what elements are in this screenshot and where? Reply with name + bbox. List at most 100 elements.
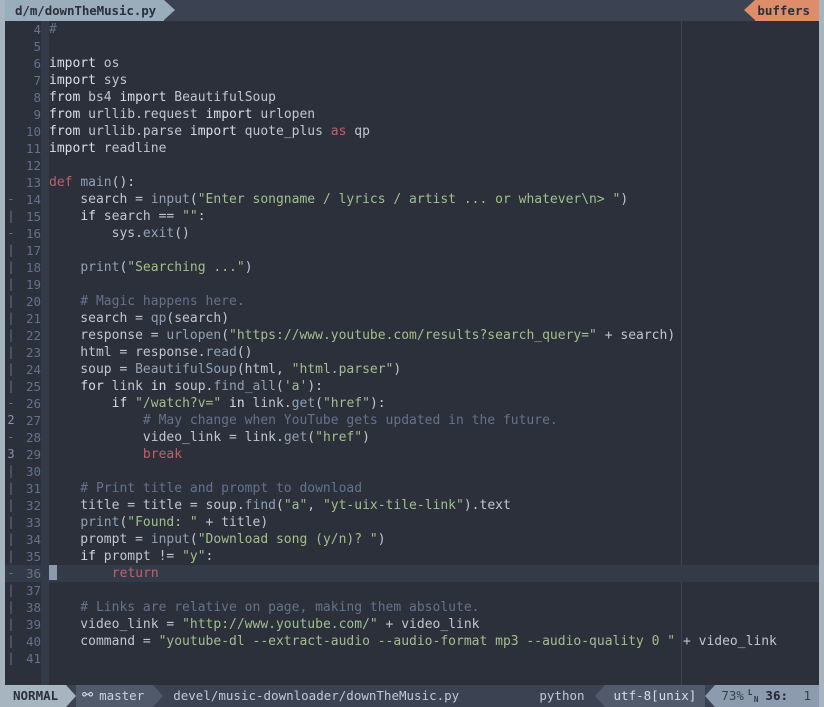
fold-marker[interactable]: |	[5, 633, 17, 650]
code-line[interactable]: 10 from urllib.parse import quote_plus as…	[5, 123, 819, 140]
code-text[interactable]: prompt = input("Download song (y/n)? ")	[49, 531, 819, 548]
code-line[interactable]: 8 from bs4 import BeautifulSoup	[5, 89, 819, 106]
fold-marker[interactable]: |	[5, 293, 17, 310]
code-text[interactable]: video_link = link.get("href")	[49, 429, 819, 446]
code-text[interactable]: from urllib.request import urlopen	[49, 106, 819, 123]
fold-marker[interactable]: |	[5, 599, 17, 616]
code-text[interactable]: # May change when YouTube gets updated i…	[49, 412, 819, 429]
code-text[interactable]: from urllib.parse import quote_plus as q…	[49, 123, 819, 140]
fold-marker[interactable]: |	[5, 378, 17, 395]
code-line[interactable]: | 19	[5, 276, 819, 293]
code-text[interactable]: sys.exit()	[49, 225, 819, 242]
code-line[interactable]: 12	[5, 157, 819, 174]
code-line[interactable]: | 18 print("Searching ...")	[5, 259, 819, 276]
buffers-label[interactable]: buffers	[755, 0, 819, 21]
code-text[interactable]: print("Found: " + title)	[49, 514, 819, 531]
code-text[interactable]: search = input("Enter songname / lyrics …	[49, 191, 819, 208]
code-text[interactable]: import sys	[49, 72, 819, 89]
code-text[interactable]: print("Searching ...")	[49, 259, 819, 276]
code-text[interactable]: # Links are relative on page, making the…	[49, 599, 819, 616]
code-text[interactable]: if prompt != "y":	[49, 548, 819, 565]
code-text[interactable]: import os	[49, 55, 819, 72]
code-text[interactable]: if "/watch?v=" in link.get("href"):	[49, 395, 819, 412]
code-line[interactable]: | 20 # Magic happens here.	[5, 293, 819, 310]
code-text[interactable]: command = "youtube-dl --extract-audio --…	[49, 633, 819, 650]
code-line[interactable]: 5	[5, 38, 819, 55]
fold-marker[interactable]: |	[5, 259, 17, 276]
tab-current-file[interactable]: d/m/downTheMusic.py	[5, 0, 165, 21]
code-line[interactable]: | 37	[5, 582, 819, 599]
code-text[interactable]: video_link = "http://www.youtube.com/" +…	[49, 616, 819, 633]
fold-marker[interactable]: 3	[5, 446, 17, 463]
code-line[interactable]: | 24 soup = BeautifulSoup(html, "html.par…	[5, 361, 819, 378]
code-line[interactable]: | 33 print("Found: " + title)	[5, 514, 819, 531]
code-line[interactable]: 3 29 break	[5, 446, 819, 463]
fold-marker[interactable]: |	[5, 463, 17, 480]
code-text[interactable]: break	[49, 446, 819, 463]
code-line[interactable]: 9 from urllib.request import urlopen	[5, 106, 819, 123]
code-line[interactable]: | 22 response = urlopen("https://www.yout…	[5, 327, 819, 344]
code-line[interactable]: -26 if "/watch?v=" in link.get("href"):	[5, 395, 819, 412]
code-line[interactable]: -36 return	[5, 565, 819, 582]
fold-marker[interactable]: 2	[5, 412, 17, 429]
fold-marker[interactable]: |	[5, 582, 17, 599]
code-line[interactable]: 2 27 # May change when YouTube gets updat…	[5, 412, 819, 429]
code-pane[interactable]: 4 #5 6 import os 7 import sys 8 from bs4 import…	[5, 21, 819, 685]
code-line[interactable]: 7 import sys	[5, 72, 819, 89]
fold-marker[interactable]: |	[5, 208, 17, 225]
code-text[interactable]: html = response.read()	[49, 344, 819, 361]
code-text[interactable]: soup = BeautifulSoup(html, "html.parser"…	[49, 361, 819, 378]
fold-marker[interactable]: -	[5, 565, 17, 582]
fold-marker[interactable]: -	[5, 429, 17, 446]
code-line[interactable]: -28 video_link = link.get("href")	[5, 429, 819, 446]
fold-marker[interactable]: |	[5, 650, 17, 667]
code-text[interactable]: def main():	[49, 174, 819, 191]
fold-marker[interactable]: |	[5, 616, 17, 633]
fold-marker[interactable]: |	[5, 344, 17, 361]
code-line[interactable]: | 30	[5, 463, 819, 480]
code-line[interactable]: | 21 search = qp(search)	[5, 310, 819, 327]
editor-area[interactable]: 4 #5 6 import os 7 import sys 8 from bs4 import…	[5, 21, 819, 685]
fold-marker[interactable]: |	[5, 327, 17, 344]
code-line[interactable]: | 34 prompt = input("Download song (y/n)?…	[5, 531, 819, 548]
code-text[interactable]: import readline	[49, 140, 819, 157]
code-line[interactable]: | 39 video_link = "http://www.youtube.com…	[5, 616, 819, 633]
code-line[interactable]: | 15 if search == "":	[5, 208, 819, 225]
code-text[interactable]: return	[49, 565, 819, 582]
code-line[interactable]: | 31 # Print title and prompt to download	[5, 480, 819, 497]
code-line[interactable]: | 41	[5, 650, 819, 667]
fold-marker[interactable]: |	[5, 531, 17, 548]
code-text[interactable]: search = qp(search)	[49, 310, 819, 327]
status-git-branch[interactable]: ⚯ master	[76, 685, 154, 707]
fold-marker[interactable]: |	[5, 276, 17, 293]
code-line[interactable]: 6 import os	[5, 55, 819, 72]
fold-marker[interactable]: |	[5, 548, 17, 565]
fold-marker[interactable]: -	[5, 395, 17, 412]
code-line[interactable]: 11 import readline	[5, 140, 819, 157]
code-text[interactable]: # Magic happens here.	[49, 293, 819, 310]
code-line[interactable]: | 38 # Links are relative on page, making…	[5, 599, 819, 616]
code-line[interactable]: | 25 for link in soup.find_all('a'):	[5, 378, 819, 395]
fold-marker[interactable]: |	[5, 361, 17, 378]
code-line[interactable]: | 40 command = "youtube-dl --extract-audi…	[5, 633, 819, 650]
code-line[interactable]: | 32 title = title = soup.find("a", "yt-u…	[5, 497, 819, 514]
code-text[interactable]: response = urlopen("https://www.youtube.…	[49, 327, 819, 344]
code-text[interactable]: for link in soup.find_all('a'):	[49, 378, 819, 395]
code-line[interactable]: 4 #	[5, 21, 819, 38]
code-line[interactable]: | 35 if prompt != "y":	[5, 548, 819, 565]
code-line[interactable]: -16 sys.exit()	[5, 225, 819, 242]
code-text[interactable]: # Print title and prompt to download	[49, 480, 819, 497]
fold-marker[interactable]: |	[5, 310, 17, 327]
fold-marker[interactable]: -	[5, 225, 17, 242]
fold-marker[interactable]: -	[5, 191, 17, 208]
code-text[interactable]: if search == "":	[49, 208, 819, 225]
fold-marker[interactable]: |	[5, 514, 17, 531]
fold-marker[interactable]: |	[5, 497, 17, 514]
fold-marker[interactable]: |	[5, 242, 17, 259]
code-text[interactable]: #	[49, 21, 819, 38]
fold-marker[interactable]: |	[5, 480, 17, 497]
code-line[interactable]: 13 def main():	[5, 174, 819, 191]
code-line[interactable]: -14 search = input("Enter songname / lyr…	[5, 191, 819, 208]
code-line[interactable]: | 23 html = response.read()	[5, 344, 819, 361]
code-text[interactable]: from bs4 import BeautifulSoup	[49, 89, 819, 106]
